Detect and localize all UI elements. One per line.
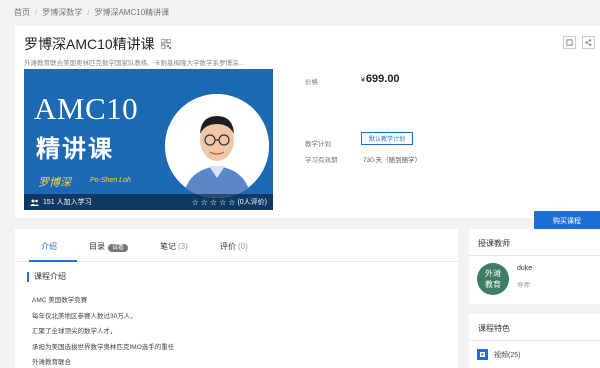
video-icon [477,349,488,360]
features-card-title: 课程特色 [478,324,510,333]
price-amount: 699.00 [365,73,400,85]
divider [469,340,600,341]
teacher-name[interactable]: duke [517,265,532,272]
buy-course-button[interactable]: 购买课程 [534,211,600,231]
course-title-row: 罗博深AMC10精讲课 [24,34,171,54]
share-icon [585,39,592,46]
active-tab-indicator [29,260,77,262]
star-icon: ☆ [228,197,236,207]
tab-notes[interactable]: 笔记 (3) [160,241,188,252]
price-label: 价格 [305,79,318,86]
star-icon: ☆ [191,197,199,207]
intro-text: AMC 美国数学竞赛 每年仅北美地区参赛人数过30万人， 汇聚了全球顶尖的数学人… [32,293,174,368]
period-label: 学习有效期 [305,157,338,164]
currency-symbol: ¥ [361,77,365,84]
intro-line: 承担为美国选拔世界数学奥林匹克IMO选手的重任 [32,343,175,351]
users-icon [30,199,39,206]
plan-label: 教学计划 [305,141,331,148]
tab-reviews-label: 评价 [220,242,236,251]
intro-line: 外滩教育联合 [32,359,71,366]
tab-catalog-label: 目录 [89,242,105,251]
teacher-card-title: 授课教师 [478,239,510,248]
instructor-portrait [165,94,269,198]
bookmark-icon [566,39,573,46]
banner-heading: AMC10 [34,91,139,126]
star-icon: ☆ [209,197,218,207]
teacher-role: 导师 [517,282,530,289]
heading-accent-bar [27,271,29,282]
intro-line: 汇聚了全球顶尖的数学人才， [32,328,117,335]
course-title: 罗博深AMC10精讲课 [24,36,155,52]
banner-footer: 151 人加入学习 ☆ ☆ ☆ ☆ ☆ (0人评价) [24,194,273,210]
banner-heading-zh: 精讲课 [36,135,114,163]
breadcrumb-separator: / [35,7,38,17]
features-card: 课程特色 视频(25) [469,314,600,368]
top-actions [563,36,595,49]
trial-badge: 试看 [108,244,129,252]
learner-count-text: 151 人加入学习 [43,199,92,206]
intro-heading: 课程介绍 [27,271,66,282]
tab-bar: 介绍 目录 试看 笔记 (3) 评价 (0) [15,229,458,262]
tab-notes-label: 笔记 [160,242,176,251]
breadcrumb: 首页 / 罗博深数学 / 罗博深AMC10精讲课 [14,5,169,19]
intro-line: AMC 美国数学竞赛 [32,297,88,304]
course-subtitle: 外滩教育联合美国奥林匹克数学国家队教练、卡耐基梅隆大学数学系罗博深... [24,60,244,67]
intro-heading-text: 课程介绍 [34,272,66,281]
course-header-card: 罗博深AMC10精讲课 外滩教育联合美国奥林匹克数学国家队教练、卡耐基梅隆大学数… [15,26,600,231]
star-icon: ☆ [200,197,208,207]
plan-button[interactable]: 默认教学计划 [361,132,413,145]
course-banner[interactable]: AMC10 精讲课 罗博深 Po-Shen Loh 151 人加入学习 ☆ ☆ … [24,69,273,210]
avatar-text-bottom: 教育 [485,280,501,289]
teacher-card: 授课教师 外滩 教育 duke 导师 [469,229,600,304]
breadcrumb-home[interactable]: 首页 [14,7,30,18]
feature-video: 视频(25) [477,349,520,360]
teacher-avatar[interactable]: 外滩 教育 [477,263,509,295]
feature-video-text: 视频(25) [494,351,521,359]
tab-reviews-count: (0) [238,242,248,251]
learner-count: 151 人加入学习 [30,197,92,207]
tab-intro[interactable]: 介绍 [41,241,57,252]
breadcrumb-category[interactable]: 罗博深数学 [42,7,82,18]
rating: ☆ ☆ ☆ ☆ ☆ (0人评价) [192,197,267,207]
intro-line: 每年仅北美地区参赛人数过30万人， [32,312,137,320]
banner-author: Po-Shen Loh [90,177,131,184]
price-value: ¥699.00 [361,73,400,85]
tab-catalog[interactable]: 目录 试看 [89,241,129,252]
rating-text: (0人评价) [237,199,267,206]
favorite-button[interactable] [563,36,576,49]
qr-code-icon[interactable] [160,39,171,49]
star-icon: ☆ [219,197,227,207]
tab-notes-count: (3) [178,242,188,251]
portrait-illustration [165,94,269,198]
breadcrumb-current: 罗博深AMC10精讲课 [94,7,170,17]
avatar-text-top: 外滩 [485,269,501,278]
divider [469,255,600,256]
course-detail-card: 介绍 目录 试看 笔记 (3) 评价 (0) 课程介绍 AMC 美国数学竞赛 每年仅北… [15,229,458,368]
banner-signature: 罗博深 [38,177,71,189]
share-button[interactable] [582,36,595,49]
breadcrumb-separator: / [87,7,90,17]
tab-reviews[interactable]: 评价 (0) [220,241,248,252]
period-value: 730 天（随到随学） [363,157,422,164]
tab-intro-label: 介绍 [41,242,57,251]
